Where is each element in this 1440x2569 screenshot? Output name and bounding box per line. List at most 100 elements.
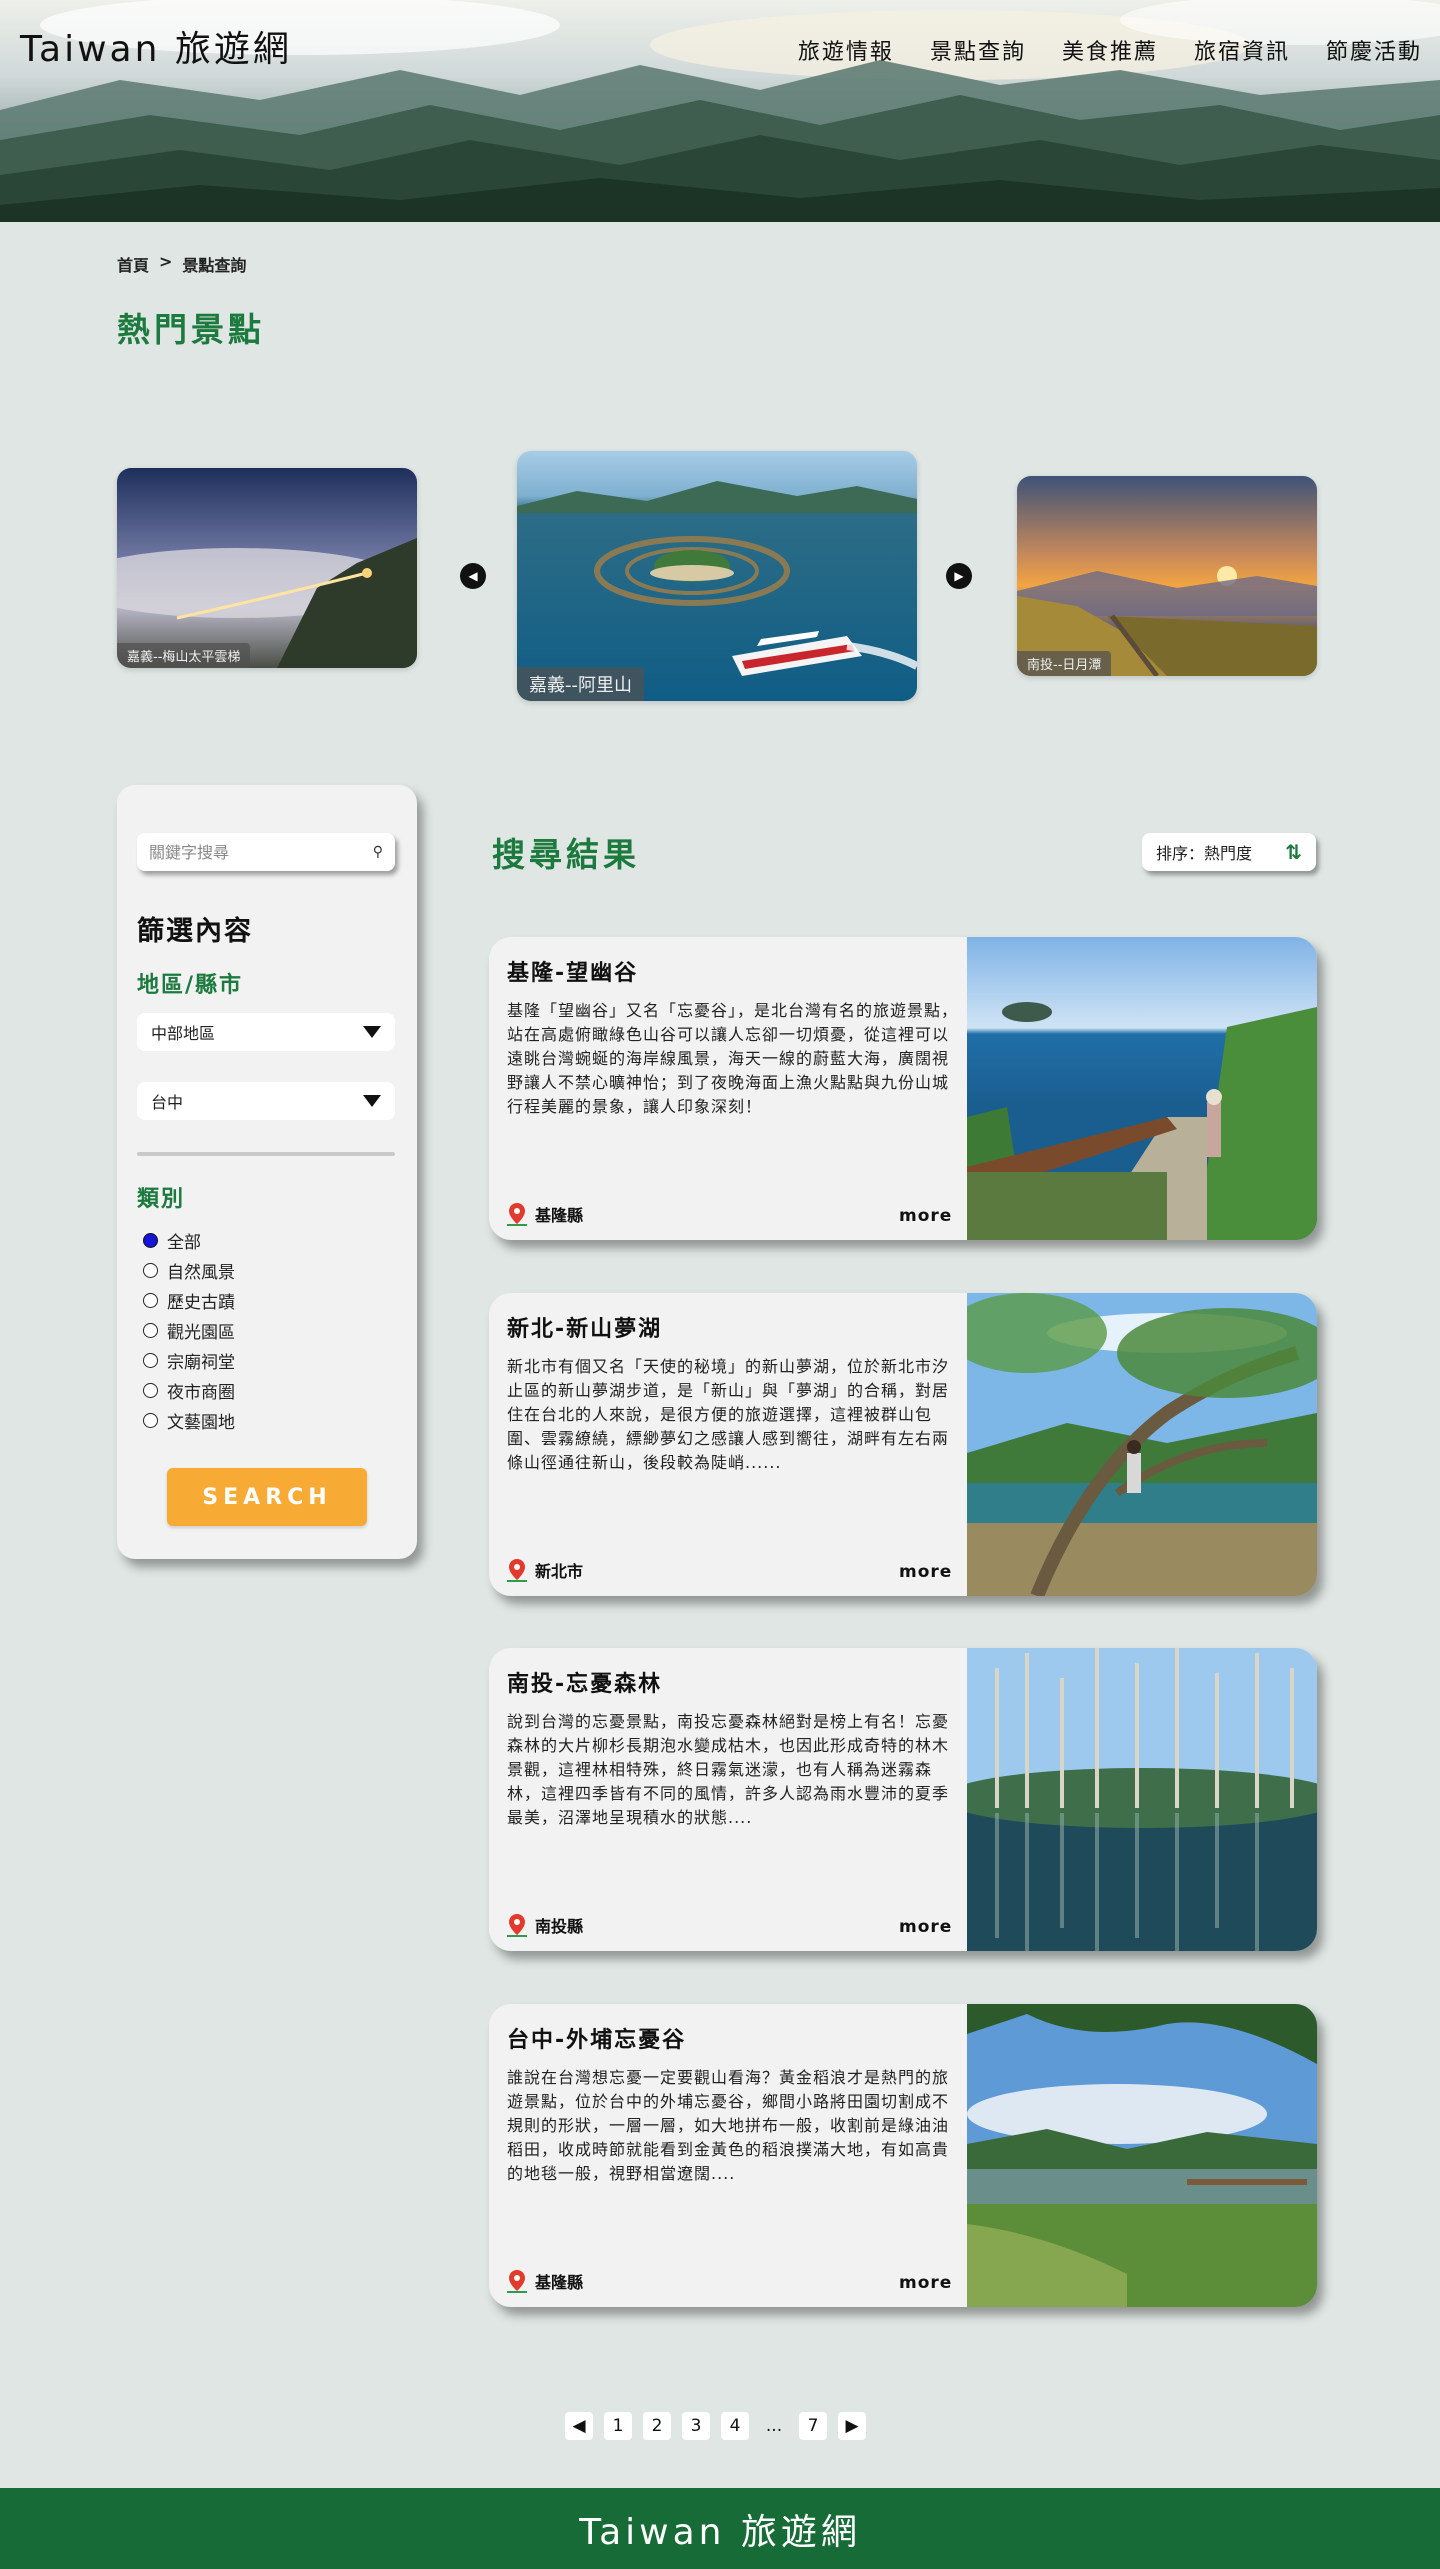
pagination-page[interactable]: 1 (604, 2412, 632, 2440)
map-pin-icon (507, 1914, 527, 1937)
sort-button[interactable]: 排序：熱門度 ⇅ (1142, 833, 1316, 871)
city-select[interactable]: 台中 (137, 1082, 395, 1120)
footer: Taiwan 旅遊網 (0, 2488, 1440, 2569)
more-link[interactable]: more (899, 1206, 952, 1226)
category-label: 觀光園區 (167, 1322, 235, 1343)
category-option[interactable]: 歷史古蹟 (143, 1285, 235, 1315)
hero-banner: Taiwan 旅遊網 旅遊情報 景點查詢 美食推薦 旅宿資訊 節慶活動 (0, 0, 1440, 222)
pagination-page[interactable]: 7 (799, 2412, 827, 2440)
breadcrumb-home[interactable]: 首頁 (117, 252, 149, 276)
nav-food[interactable]: 美食推薦 (1062, 34, 1158, 66)
category-option[interactable]: 自然風景 (143, 1255, 235, 1285)
result-card[interactable]: 台中-外埔忘憂谷 誰說在台灣想忘憂一定要觀山看海？黃金稻浪才是熱門的旅遊景點，位… (489, 2004, 1317, 2307)
category-label: 自然風景 (167, 1262, 235, 1283)
card-location: 南投縣 (507, 1913, 583, 1937)
category-option[interactable]: 宗廟祠堂 (143, 1345, 235, 1375)
filter-title: 篩選內容 (137, 916, 253, 947)
divider (137, 1152, 395, 1156)
carousel-caption: 南投--日月潭 (1017, 651, 1112, 676)
region-select-value: 中部地區 (151, 1024, 216, 1043)
more-link[interactable]: more (899, 2273, 952, 2293)
carousel-slide-left[interactable]: 嘉義--梅山太平雲梯 (117, 468, 417, 668)
category-option[interactable]: 夜市商圈 (143, 1375, 235, 1405)
category-option[interactable]: 全部 (143, 1225, 235, 1255)
search-icon[interactable]: ⚲ (373, 844, 383, 860)
category-label: 宗廟祠堂 (167, 1352, 235, 1373)
carousel-slide-right[interactable]: 南投--日月潭 (1017, 476, 1317, 676)
breadcrumb-current: 景點查詢 (182, 256, 247, 275)
category-label: 夜市商圈 (167, 1382, 235, 1403)
sky-ladder-photo (117, 468, 417, 668)
radio-button[interactable] (143, 1412, 158, 1428)
waipu-valley-photo (967, 2004, 1317, 2307)
card-description: 說到台灣的忘憂景點，南投忘憂森林絕對是榜上有名！忘憂森林的大片柳杉長期泡水變成枯… (507, 1712, 950, 1827)
carousel-prev-button[interactable]: ◀ (460, 563, 486, 589)
category-label: 文藝園地 (167, 1412, 235, 1433)
breadcrumb-separator: > (159, 252, 173, 271)
carousel-caption: 嘉義--阿里山 (517, 667, 644, 701)
map-pin-icon (507, 1203, 527, 1226)
radio-button[interactable] (143, 1322, 158, 1338)
search-input[interactable] (149, 842, 373, 862)
region-title: 地區/縣市 (137, 973, 244, 998)
map-pin-icon (507, 1559, 527, 1582)
nav-travel-info[interactable]: 旅遊情報 (798, 34, 894, 66)
pagination-page[interactable]: 4 (721, 2412, 749, 2440)
category-radio-list: 全部 自然風景 歷史古蹟 觀光園區 宗廟祠堂 夜市商圈 文藝園地 (143, 1225, 235, 1435)
pagination-next-button[interactable]: ▶ (838, 2412, 866, 2440)
city-select-value: 台中 (151, 1093, 184, 1112)
sun-moon-lake-photo (1017, 476, 1317, 676)
page-title: 熱門景點 (117, 310, 265, 349)
caret-right-icon: ▶ (954, 569, 964, 583)
card-location: 基隆縣 (507, 2269, 583, 2293)
more-link[interactable]: more (899, 1562, 952, 1582)
region-select[interactable]: 中部地區 (137, 1013, 395, 1051)
category-label: 歷史古蹟 (167, 1292, 235, 1313)
radio-button[interactable] (143, 1352, 158, 1368)
card-description: 新北市有個又名「天使的秘境」的新山夢湖，位於新北市汐止區的新山夢湖步道，是「新山… (507, 1357, 950, 1472)
pagination-prev-button[interactable]: ◀ (565, 2412, 593, 2440)
results-title: 搜尋結果 (492, 835, 640, 874)
radio-button[interactable] (143, 1262, 158, 1278)
top-nav: 旅遊情報 景點查詢 美食推薦 旅宿資訊 節慶活動 (762, 34, 1422, 66)
filter-sidebar: ⚲ 篩選內容 地區/縣市 中部地區 台中 類別 全部 自然風景 歷史古蹟 觀光園… (117, 785, 417, 1559)
wangyou-valley-photo (967, 937, 1317, 1240)
chevron-down-icon (363, 1095, 381, 1107)
result-card[interactable]: 基隆-望幽谷 基隆「望幽谷」又名「忘憂谷」，是北台灣有名的旅遊景點，站在高處俯瞰… (489, 937, 1317, 1240)
map-pin-icon (507, 2270, 527, 2293)
category-option[interactable]: 觀光園區 (143, 1315, 235, 1345)
radio-button[interactable] (143, 1292, 158, 1308)
result-card[interactable]: 南投-忘憂森林 說到台灣的忘憂景點，南投忘憂森林絕對是榜上有名！忘憂森林的大片柳… (489, 1648, 1317, 1951)
pagination-ellipsis: ... (765, 2416, 783, 2436)
sort-arrows-icon: ⇅ (1285, 840, 1302, 864)
site-title[interactable]: Taiwan 旅遊網 (20, 20, 292, 72)
category-option[interactable]: 文藝園地 (143, 1405, 235, 1435)
radio-button[interactable] (143, 1382, 158, 1398)
radio-button[interactable] (143, 1232, 158, 1248)
footer-title: Taiwan 旅遊網 (579, 2511, 861, 2553)
carousel-slide-center[interactable]: 嘉義--阿里山 (517, 451, 917, 701)
card-location: 基隆縣 (507, 1202, 583, 1226)
alishan-lake-photo (517, 451, 917, 701)
card-title[interactable]: 基隆-望幽谷 (507, 955, 638, 987)
carousel-caption: 嘉義--梅山太平雲梯 (117, 643, 251, 668)
nav-lodging[interactable]: 旅宿資訊 (1194, 34, 1290, 66)
card-location-label: 基隆縣 (535, 2273, 584, 2292)
card-title[interactable]: 台中-外埔忘憂谷 (507, 2022, 686, 2054)
wangyou-forest-photo (967, 1648, 1317, 1951)
carousel-next-button[interactable]: ▶ (946, 563, 972, 589)
caret-left-icon: ◀ (468, 569, 478, 583)
result-card[interactable]: 新北-新山夢湖 新北市有個又名「天使的秘境」的新山夢湖，位於新北市汐止區的新山夢… (489, 1293, 1317, 1596)
search-box[interactable]: ⚲ (137, 833, 395, 871)
xinshan-lake-photo (967, 1293, 1317, 1596)
search-button[interactable]: SEARCH (167, 1468, 367, 1526)
card-title[interactable]: 新北-新山夢湖 (507, 1311, 662, 1343)
pagination-page[interactable]: 3 (682, 2412, 710, 2440)
sort-label: 排序：熱門度 (1156, 844, 1253, 863)
card-title[interactable]: 南投-忘憂森林 (507, 1666, 662, 1698)
more-link[interactable]: more (899, 1917, 952, 1937)
card-location: 新北市 (507, 1558, 583, 1582)
nav-attractions[interactable]: 景點查詢 (930, 34, 1026, 66)
nav-festivals[interactable]: 節慶活動 (1326, 34, 1422, 66)
pagination-page[interactable]: 2 (643, 2412, 671, 2440)
